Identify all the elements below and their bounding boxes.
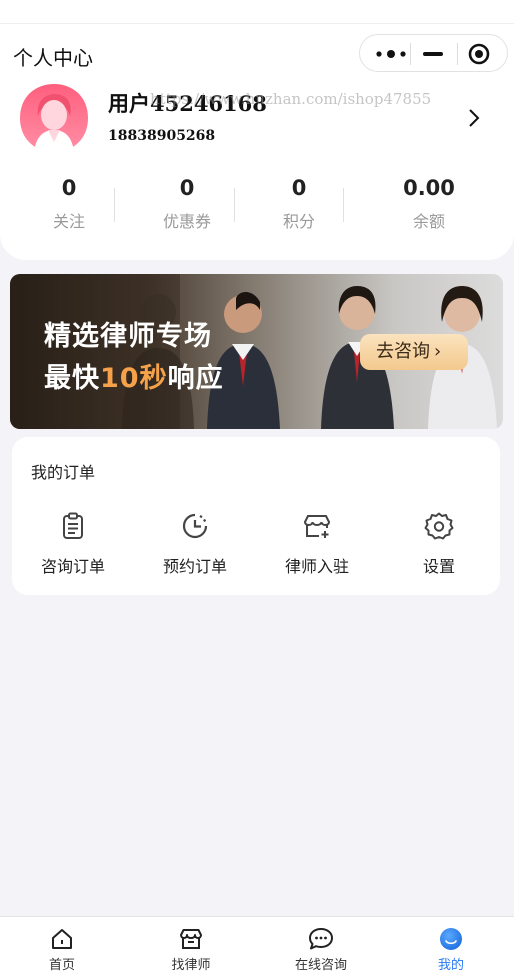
order-entry-label: 设置 <box>422 557 455 576</box>
tab-label: 我的 <box>437 958 464 973</box>
mini-program-capsule <box>359 34 508 72</box>
profile-icon <box>440 928 462 950</box>
tab-label: 首页 <box>48 958 75 973</box>
stat-divider <box>234 188 235 222</box>
banner-headline: 精选律师专场 <box>44 321 212 352</box>
capsule-divider <box>457 43 458 65</box>
tab-home[interactable]: 首页 <box>12 927 112 973</box>
more-dots-icon[interactable] <box>374 46 410 62</box>
stat-value: 0 <box>179 176 195 200</box>
order-entry-consult[interactable]: 咨询订单 <box>18 511 128 577</box>
clock-icon <box>182 513 208 539</box>
tab-find-lawyer[interactable]: 找律师 <box>141 927 241 973</box>
chevron-right-icon: › <box>434 341 442 362</box>
bottom-tab-bar: 首页 找律师 在线咨询 我的 <box>0 916 514 978</box>
consult-button[interactable]: 去咨询 › <box>360 334 468 370</box>
stat-value: 0 <box>291 176 307 200</box>
watermark: https://www.huzhan.com/ishop47855 <box>150 90 432 108</box>
orders-title: 我的订单 <box>31 463 96 482</box>
stat-divider <box>343 188 344 222</box>
tab-label: 找律师 <box>171 958 211 973</box>
gear-icon <box>424 512 454 540</box>
banner-subheadline-a: 最快 <box>44 363 100 394</box>
lawyer-promo-banner[interactable]: 精选律师专场 最快10秒响应 去咨询 › <box>10 274 503 429</box>
clipboard-icon <box>63 512 83 539</box>
banner-subheadline-b: 响应 <box>167 363 224 394</box>
tab-label: 在线咨询 <box>294 958 347 973</box>
profile-header: 个人中心 用户45246168 https://www.huzhan.com/i… <box>0 24 514 260</box>
tab-mine[interactable]: 我的 <box>401 927 501 973</box>
chevron-right-icon[interactable] <box>466 108 482 128</box>
shop-add-icon <box>303 515 331 538</box>
minimize-icon[interactable] <box>423 52 443 56</box>
stat-label: 积分 <box>282 212 315 231</box>
stat-label: 优惠券 <box>162 212 211 231</box>
order-entry-label: 律师入驻 <box>284 557 349 576</box>
store-icon <box>180 929 202 949</box>
tab-online-consult[interactable]: 在线咨询 <box>271 927 371 973</box>
banner-highlight: 10秒 <box>100 363 168 394</box>
target-close-icon[interactable] <box>468 43 490 65</box>
order-entry-label: 预约订单 <box>162 557 227 576</box>
stat-label: 余额 <box>412 212 445 231</box>
chat-icon <box>309 928 333 950</box>
stat-coupons[interactable]: 0 优惠券 <box>152 176 222 232</box>
order-entry-lawyer-join[interactable]: 律师入驻 <box>262 511 372 577</box>
stat-value: 0 <box>61 176 77 200</box>
avatar[interactable] <box>18 82 90 154</box>
my-orders-card: 我的订单 咨询订单 预约订单 律师入驻 设置 <box>12 437 500 595</box>
order-entry-settings[interactable]: 设置 <box>384 511 494 577</box>
banner-subheadline: 最快10秒响应 <box>44 356 224 395</box>
stat-balance[interactable]: 0.00 余额 <box>394 176 464 232</box>
stat-divider <box>114 188 115 222</box>
consult-button-label: 去咨询 <box>376 341 430 362</box>
stat-follow[interactable]: 0 关注 <box>39 176 99 232</box>
order-entry-label: 咨询订单 <box>40 557 105 576</box>
capsule-divider <box>410 43 411 65</box>
stat-value: 0.00 <box>403 176 455 200</box>
stat-points[interactable]: 0 积分 <box>269 176 329 232</box>
stat-label: 关注 <box>52 212 85 231</box>
page-title: 个人中心 <box>13 46 93 70</box>
status-bar <box>0 0 514 24</box>
order-entry-appointment[interactable]: 预约订单 <box>140 511 250 577</box>
home-icon <box>52 929 72 949</box>
phone-number: 18838905268 <box>108 128 216 144</box>
